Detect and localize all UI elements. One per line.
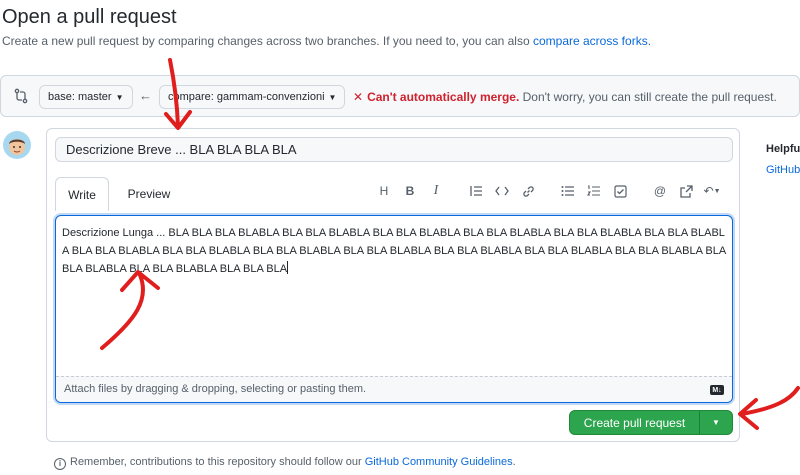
pr-body-text: Descrizione Lunga ... BLA BLA BLA BLABLA… bbox=[62, 227, 726, 275]
compare-branch-label: compare: gammam-convenzioni bbox=[168, 91, 325, 103]
memoji-avatar-icon bbox=[9, 139, 25, 155]
pr-body-content: Descrizione Lunga ... BLA BLA BLA BLABLA… bbox=[62, 224, 728, 278]
task-list-icon[interactable] bbox=[607, 181, 633, 201]
merge-status: ✕ Can't automatically merge. Don't worry,… bbox=[353, 90, 777, 104]
create-pull-request-button-group: Create pull request ▼ bbox=[569, 410, 733, 435]
contribution-note-end: . bbox=[512, 456, 516, 468]
pr-title-input[interactable] bbox=[55, 137, 733, 162]
pull-request-form: Write Preview H B I @ ↶▼ Descrizione Lun… bbox=[46, 128, 740, 442]
markdown-toolbar-format: H B I bbox=[371, 181, 449, 201]
avatar[interactable] bbox=[3, 131, 31, 159]
merge-status-text: Can't automatically merge. bbox=[367, 90, 520, 104]
create-options-dropdown[interactable]: ▼ bbox=[700, 411, 732, 434]
chevron-down-icon: ▼ bbox=[115, 92, 124, 102]
helpful-resources-heading: Helpful bbox=[766, 143, 800, 155]
markdown-toolbar-insert bbox=[463, 181, 541, 201]
base-branch-select[interactable]: base: master ▼ bbox=[39, 85, 133, 109]
attach-files-area[interactable]: Attach files by dragging & dropping, sel… bbox=[56, 376, 732, 402]
link-icon[interactable] bbox=[515, 181, 541, 201]
code-icon[interactable] bbox=[489, 181, 515, 201]
tab-write[interactable]: Write bbox=[55, 177, 109, 211]
merge-status-hint: Don't worry, you can still create the pu… bbox=[519, 90, 777, 104]
contribution-note-text: Remember, contributions to this reposito… bbox=[70, 456, 365, 468]
unordered-list-icon[interactable] bbox=[555, 181, 581, 201]
community-guidelines-link[interactable]: GitHub Community Guidelines bbox=[365, 456, 513, 468]
page-subtitle: Create a new pull request by comparing c… bbox=[2, 34, 651, 48]
base-branch-label: base: master bbox=[48, 91, 112, 103]
bold-icon[interactable]: B bbox=[397, 181, 423, 201]
helpful-resources-link[interactable]: GitHub bbox=[766, 164, 800, 176]
arrow-left-icon: ← bbox=[139, 88, 152, 103]
quote-icon[interactable] bbox=[463, 181, 489, 201]
markdown-toolbar-lists bbox=[555, 181, 633, 201]
reference-icon[interactable] bbox=[673, 181, 699, 201]
heading-icon[interactable]: H bbox=[371, 181, 397, 201]
chevron-down-icon: ▼ bbox=[328, 92, 337, 102]
git-compare-icon bbox=[14, 88, 28, 104]
contribution-note: i Remember, contributions to this reposit… bbox=[54, 456, 516, 470]
italic-icon[interactable]: I bbox=[423, 181, 449, 201]
compare-bar: base: master ▼ ← compare: gammam-convenzi… bbox=[0, 75, 800, 117]
reply-icon[interactable]: ↶ ▼ bbox=[699, 181, 725, 201]
attach-files-hint: Attach files by dragging & dropping, sel… bbox=[64, 383, 367, 395]
chevron-down-icon: ▼ bbox=[712, 418, 720, 427]
annotation-arrow-button bbox=[738, 386, 800, 430]
ordered-list-icon[interactable] bbox=[581, 181, 607, 201]
markdown-toolbar-extra: @ ↶ ▼ bbox=[647, 181, 725, 201]
info-icon: i bbox=[54, 458, 66, 470]
text-caret bbox=[287, 261, 289, 274]
compare-branch-select[interactable]: compare: gammam-convenzioni ▼ bbox=[159, 85, 346, 109]
mention-icon[interactable]: @ bbox=[647, 181, 673, 201]
page-title: Open a pull request bbox=[2, 6, 177, 28]
page-subtitle-end: . bbox=[647, 34, 652, 48]
tab-preview[interactable]: Preview bbox=[119, 177, 179, 211]
x-icon: ✕ bbox=[353, 90, 364, 104]
create-pull-request-button[interactable]: Create pull request bbox=[570, 411, 700, 434]
page-subtitle-text: Create a new pull request by comparing c… bbox=[2, 34, 533, 48]
pr-body-textarea[interactable]: Descrizione Lunga ... BLA BLA BLA BLABLA… bbox=[55, 215, 733, 403]
compare-across-forks-link[interactable]: compare across forks bbox=[533, 34, 648, 48]
markdown-icon[interactable]: M↓ bbox=[710, 385, 724, 395]
